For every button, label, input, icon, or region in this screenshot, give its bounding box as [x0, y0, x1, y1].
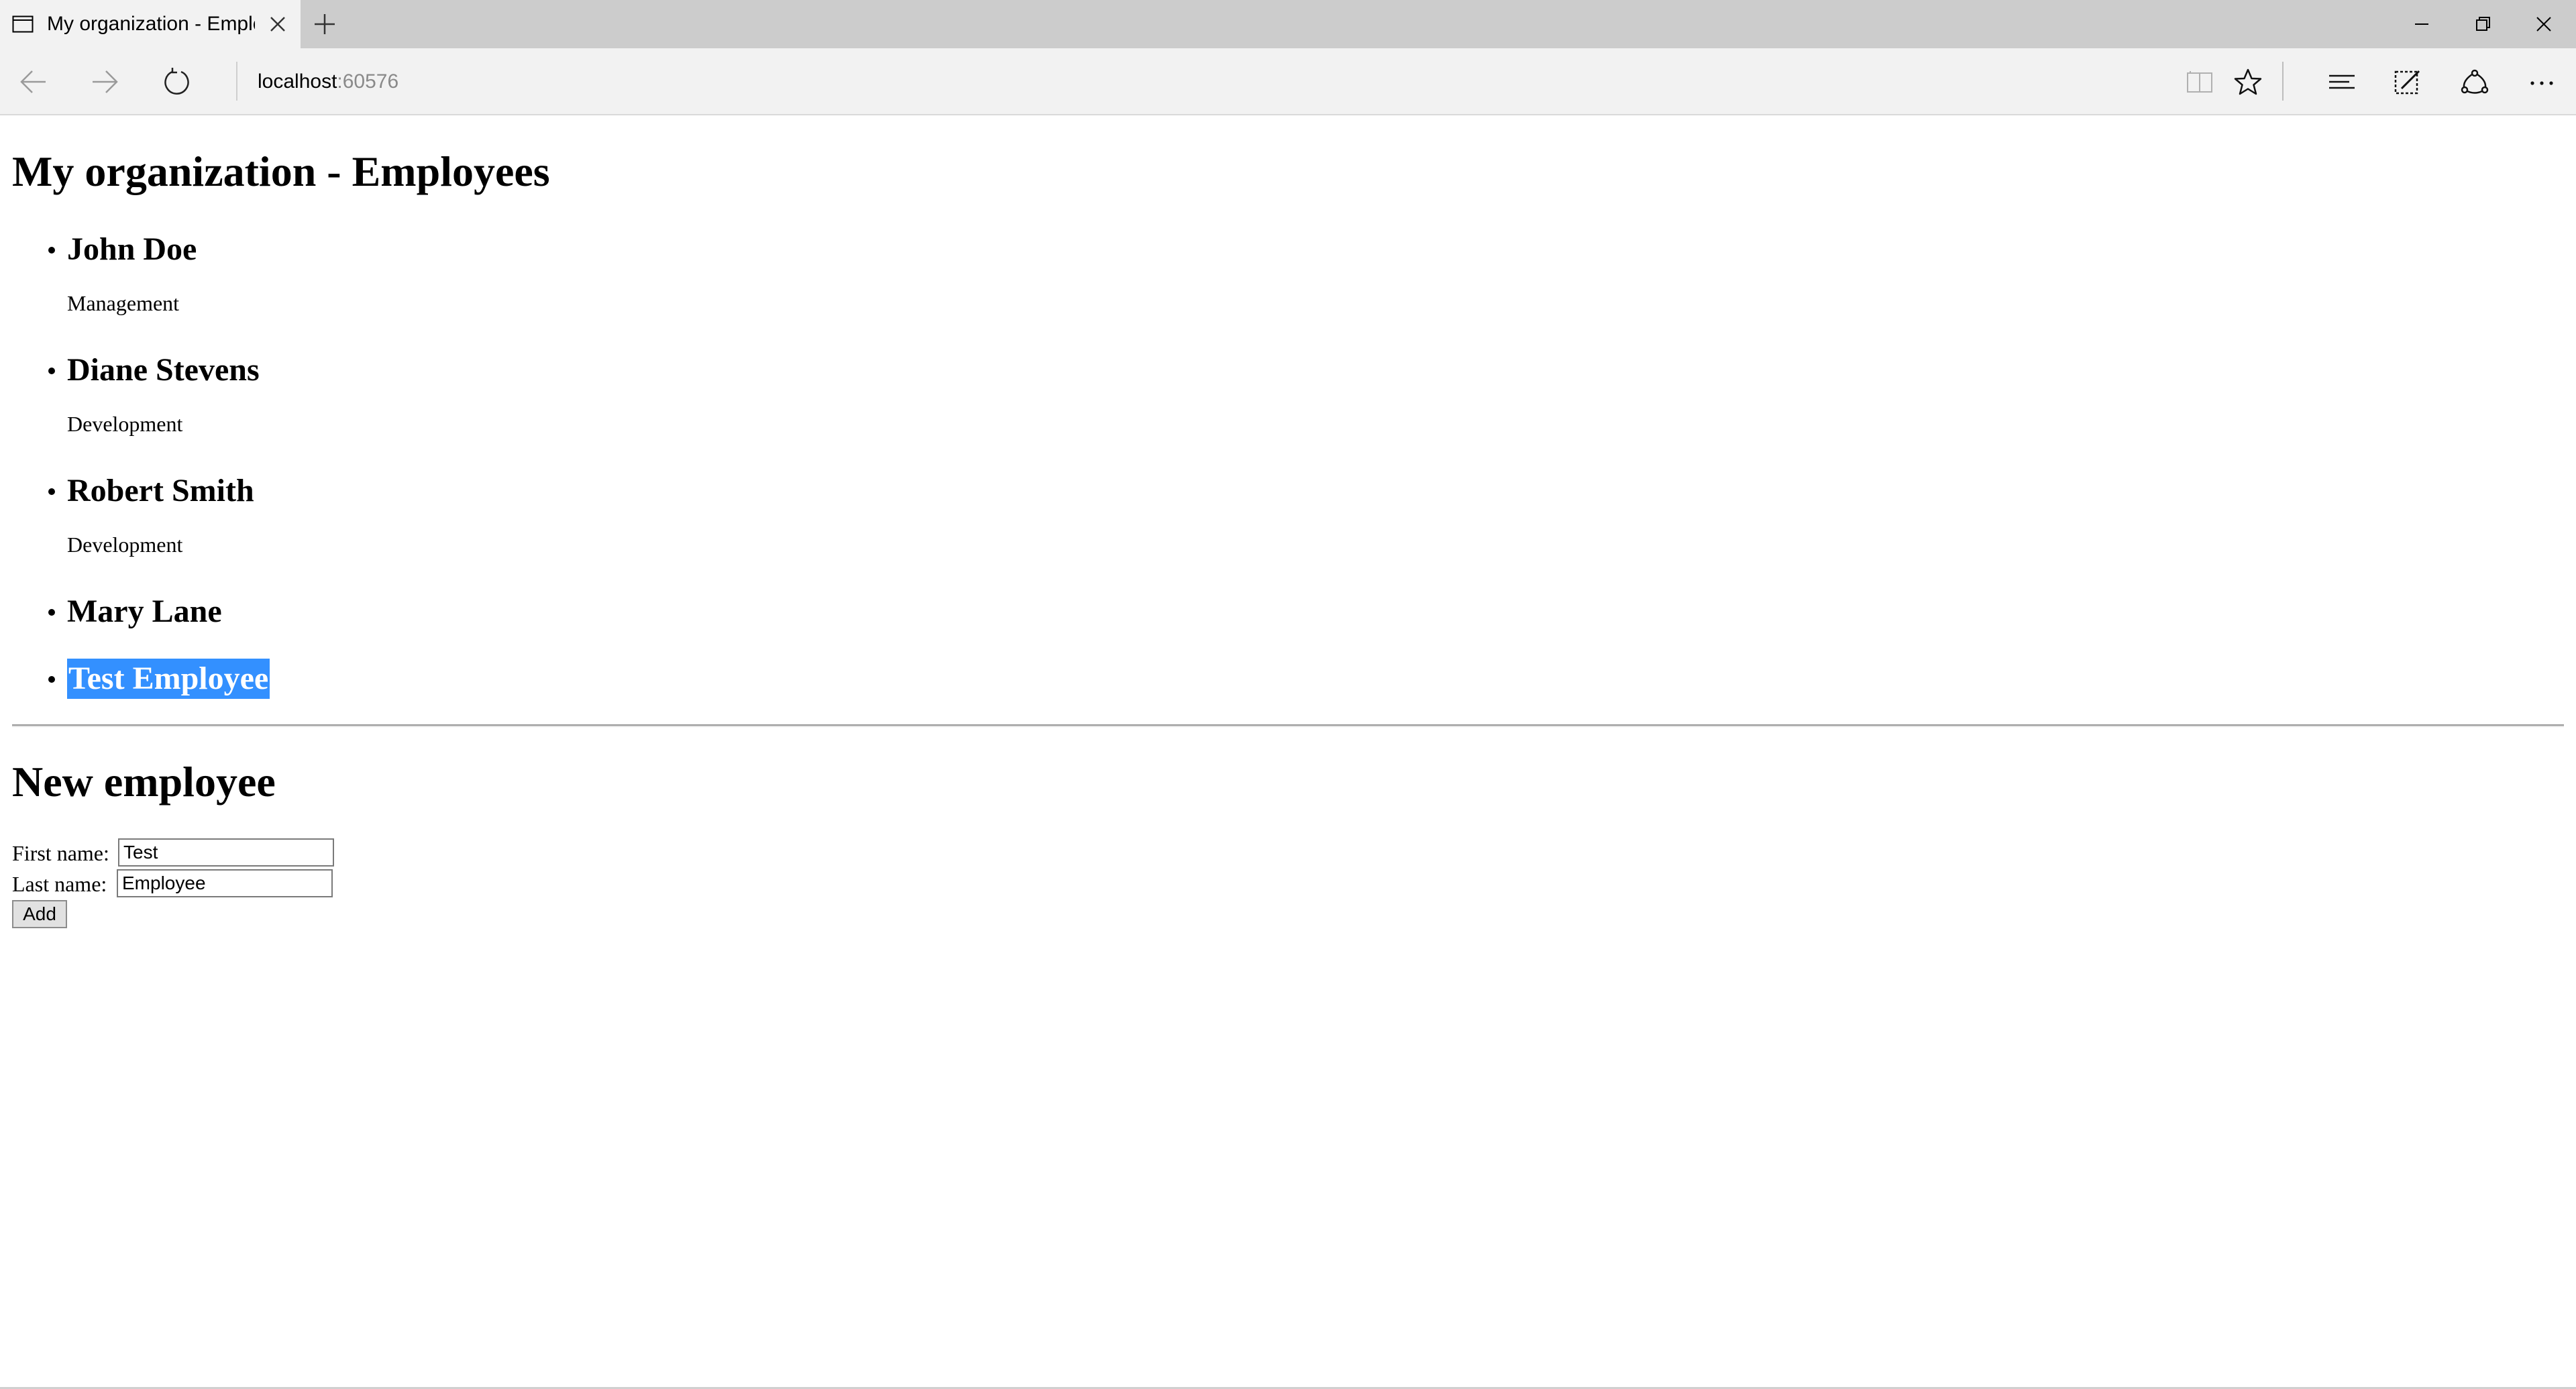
star-icon[interactable]: [2231, 66, 2265, 99]
first-name-input[interactable]: [118, 838, 334, 867]
employee-name: Robert Smith: [67, 473, 254, 508]
hub-icon[interactable]: [2325, 66, 2359, 99]
employee-department: Management: [67, 291, 180, 315]
employee-name: John Doe: [67, 231, 197, 267]
bullet: [48, 368, 55, 374]
active-tab[interactable]: My organization - Employees: [0, 0, 301, 48]
address-host: localhost: [258, 70, 337, 93]
toolbar-separator: [2282, 62, 2284, 101]
employee-department: Development: [67, 412, 183, 436]
employee-department: Development: [67, 533, 183, 557]
address-bar[interactable]: localhost:60576: [258, 68, 398, 95]
minimize-icon[interactable]: [2408, 11, 2435, 38]
page-title: My organization - Employees: [12, 148, 550, 195]
bullet: [48, 609, 55, 616]
new-tab-plus-icon[interactable]: [313, 12, 337, 36]
ellipsis-icon[interactable]: [2525, 66, 2559, 99]
share-icon[interactable]: [2458, 66, 2491, 99]
employee-name: Mary Lane: [67, 594, 222, 629]
book-icon[interactable]: [2183, 66, 2216, 99]
new-employee-title: New employee: [12, 758, 276, 805]
last-name-input[interactable]: [117, 869, 333, 897]
bullet: [48, 247, 55, 254]
pen-icon[interactable]: [2391, 66, 2424, 99]
first-name-label: First name:: [12, 841, 109, 865]
navigation-bar: localhost:60576: [0, 48, 2576, 115]
restore-icon[interactable]: [2470, 11, 2497, 38]
title-bar: My organization - Employees: [0, 0, 2576, 48]
arrow-left-icon[interactable]: [17, 66, 50, 98]
window-close-icon[interactable]: [2530, 11, 2557, 38]
bullet: [48, 676, 55, 683]
arrow-right-icon[interactable]: [89, 66, 121, 98]
refresh-icon[interactable]: [161, 66, 193, 98]
employee-name-selected: Test Employee: [67, 659, 270, 699]
tab-close-icon[interactable]: [267, 13, 288, 35]
horizontal-rule: [12, 724, 2564, 727]
bullet: [48, 488, 55, 495]
page-icon: [12, 15, 34, 33]
tab-title: My organization - Employees: [47, 13, 255, 35]
page-content: My organization - Employees John Doe Man…: [0, 115, 2576, 1389]
add-button[interactable]: Add: [12, 900, 67, 928]
address-separator: [236, 62, 237, 101]
last-name-label: Last name:: [12, 872, 107, 896]
employee-name: Diane Stevens: [67, 352, 260, 388]
address-port: :60576: [337, 70, 399, 93]
